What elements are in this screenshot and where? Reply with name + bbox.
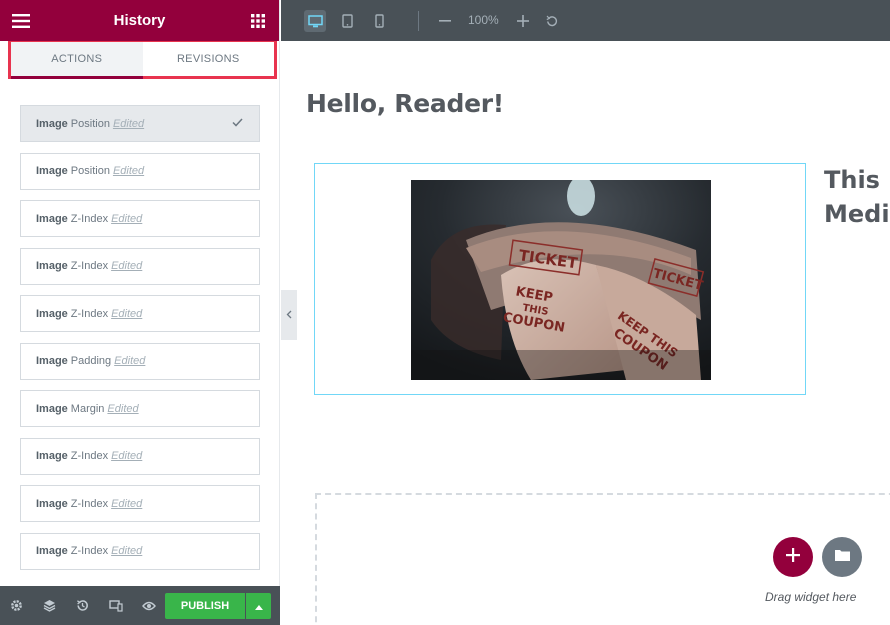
folder-icon xyxy=(834,548,850,566)
action-status: Edited xyxy=(111,212,143,225)
history-action-item[interactable]: Image Z-Index Edited xyxy=(20,295,260,332)
action-status: Edited xyxy=(111,307,143,320)
action-element: Image xyxy=(36,450,68,462)
tabs-highlight: ACTIONS REVISIONS xyxy=(8,41,277,79)
action-property: Z-Index xyxy=(70,307,109,320)
publish-button[interactable]: PUBLISH xyxy=(165,593,245,619)
chevron-left-icon xyxy=(286,306,292,324)
plus-icon xyxy=(786,547,800,567)
action-element: Image xyxy=(36,260,68,272)
page-heading[interactable]: Hello, Reader! xyxy=(306,89,504,118)
mobile-icon[interactable] xyxy=(368,10,390,32)
tablet-icon[interactable] xyxy=(336,10,358,32)
history-panel: History ACTIONS REVISIONS Image Position E… xyxy=(0,0,280,625)
action-status: Edited xyxy=(112,117,145,130)
hamburger-icon[interactable] xyxy=(12,12,30,30)
panel-header: History xyxy=(0,0,279,41)
zoom-in-icon[interactable] xyxy=(512,10,534,32)
action-element: Image xyxy=(36,212,68,225)
checkmark-icon xyxy=(232,116,243,130)
desktop-icon[interactable] xyxy=(304,10,326,32)
preview-icon[interactable] xyxy=(132,586,165,625)
action-property: Z-Index xyxy=(70,497,109,510)
panel-title: History xyxy=(113,12,166,29)
history-action-item[interactable]: Image Z-Index Edited xyxy=(20,485,260,522)
action-element: Image xyxy=(36,497,68,510)
history-action-item[interactable]: Image Padding Edited xyxy=(20,342,260,380)
reset-zoom-icon[interactable] xyxy=(541,10,563,32)
responsive-toolbar: 100% xyxy=(281,0,890,41)
action-property: Z-Index xyxy=(70,450,109,462)
editor-canvas: Hello, Reader! TICKET KEEP THIS COUPON T… xyxy=(297,41,890,625)
action-element: Image xyxy=(36,402,68,415)
toolbar-divider xyxy=(418,11,419,31)
grid-icon[interactable] xyxy=(249,12,267,30)
editor-app: History ACTIONS REVISIONS Image Position E… xyxy=(0,0,890,625)
settings-icon[interactable] xyxy=(0,586,33,625)
action-element: Image xyxy=(36,355,68,367)
action-element: Image xyxy=(36,165,68,177)
add-section-button[interactable] xyxy=(773,537,813,577)
tab-revisions[interactable]: REVISIONS xyxy=(143,42,275,76)
history-tabs: ACTIONS REVISIONS xyxy=(11,42,275,79)
responsive-icon[interactable] xyxy=(99,586,132,625)
action-status: Edited xyxy=(114,355,146,367)
history-action-item[interactable]: Image Position Edited xyxy=(20,152,260,190)
history-action-item[interactable]: Image Margin Edited xyxy=(20,390,260,427)
action-property: Margin xyxy=(70,402,105,415)
side-heading[interactable]: This is Media xyxy=(824,163,890,231)
panel-collapse-toggle[interactable] xyxy=(281,290,297,340)
action-element: Image xyxy=(36,307,68,320)
action-property: Padding xyxy=(70,355,112,367)
side-heading-line: This is xyxy=(824,166,890,194)
history-action-item[interactable]: Image Z-Index Edited xyxy=(20,200,260,237)
action-status: Edited xyxy=(111,450,143,462)
action-status: Edited xyxy=(111,545,143,557)
history-action-item[interactable]: Image Z-Index Edited xyxy=(20,247,260,285)
action-element: Image xyxy=(36,117,68,130)
caret-up-icon xyxy=(254,597,263,615)
action-status: Edited xyxy=(111,497,143,510)
zoom-level: 100% xyxy=(468,13,499,27)
action-status: Edited xyxy=(112,165,145,177)
action-property: Z-Index xyxy=(70,212,109,225)
history-actions-list: Image Position Edited Image Position Edited Im… xyxy=(20,105,260,580)
publish-options-button[interactable] xyxy=(246,593,271,619)
history-action-item[interactable]: Image Position Edited xyxy=(20,105,260,142)
action-property: Z-Index xyxy=(70,260,109,272)
action-status: Edited xyxy=(111,260,143,272)
history-icon[interactable] xyxy=(66,586,99,625)
layers-icon[interactable] xyxy=(33,586,66,625)
action-property: Position xyxy=(70,117,110,130)
history-action-item[interactable]: Image Z-Index Edited xyxy=(20,437,260,475)
tab-actions[interactable]: ACTIONS xyxy=(11,42,143,79)
drag-widget-hint: Drag widget here xyxy=(765,590,857,604)
ticket-photo: TICKET KEEP THIS COUPON TICKET KEEP THIS… xyxy=(411,180,711,380)
add-template-button[interactable] xyxy=(822,537,862,577)
zoom-out-icon[interactable] xyxy=(434,10,456,32)
action-property: Position xyxy=(70,165,110,177)
history-action-item[interactable]: Image Z-Index Edited xyxy=(20,532,260,570)
action-status: Edited xyxy=(107,402,139,415)
side-heading-line: Media xyxy=(824,200,890,228)
image-widget[interactable]: TICKET KEEP THIS COUPON TICKET KEEP THIS… xyxy=(314,163,806,395)
action-element: Image xyxy=(36,545,68,557)
action-property: Z-Index xyxy=(70,545,109,557)
